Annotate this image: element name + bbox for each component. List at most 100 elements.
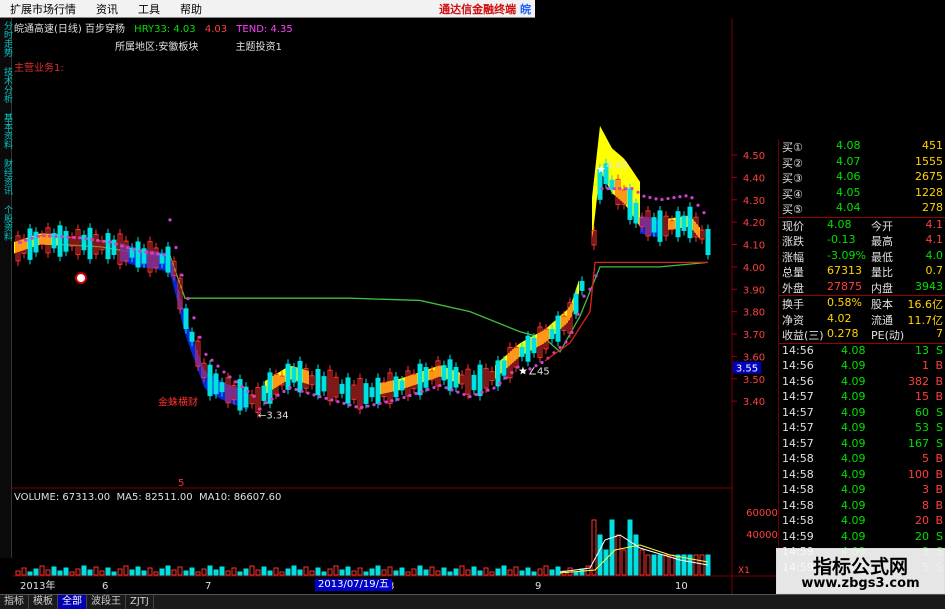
- ma-dot: [30, 236, 34, 240]
- volume-bar: [549, 569, 555, 576]
- volume-bar: [51, 566, 57, 576]
- ma-dot: [660, 197, 664, 202]
- tick-volume: 13: [915, 343, 929, 357]
- volume-bar: [177, 566, 183, 576]
- volume-bar: [699, 554, 705, 576]
- side-tab-profile[interactable]: 个股资料: [1, 205, 12, 241]
- candlestick: [555, 315, 561, 342]
- stat-label: 涨跌: [782, 235, 804, 248]
- chart-title-line: 皖通高速(日线) 百步穿杨 HRY33: 4.03 4.03 TEND: 4.3…: [14, 20, 299, 35]
- volume-bar: [645, 554, 651, 576]
- tick-price: 4.09: [841, 390, 866, 403]
- candlestick: [681, 215, 687, 231]
- ma-dot: [468, 395, 472, 399]
- tick-row: 14:57 4.09 60 S: [779, 406, 945, 422]
- site-watermark: 指标公式网 www.zbgs3.com: [776, 548, 945, 594]
- candlestick: [453, 366, 459, 388]
- watermark-url: www.zbgs3.com: [801, 576, 920, 591]
- app-banner: 通达信金融终端 皖: [439, 1, 531, 17]
- bottom-tab-bar: 指标 模板 全部 波段王 ZJTJ: [0, 594, 945, 609]
- stat-value: 67313: [827, 264, 862, 277]
- theme-label[interactable]: 主题投资1: [236, 42, 282, 53]
- side-tab-intraday[interactable]: 分时走势: [1, 21, 12, 57]
- quote-fundamentals: 换手 0.58% 股本 16.6亿 净资 4.02 流通 11.7亿 收益(三) 0.278 P…: [779, 295, 945, 343]
- side-tab-fundamentals[interactable]: 基本资料: [1, 113, 12, 149]
- volume-bar: [657, 554, 663, 576]
- volume-bar: [99, 570, 105, 576]
- bottom-tab-template[interactable]: 模板: [29, 594, 58, 609]
- region-label[interactable]: 所属地区:安徽板块: [115, 42, 198, 53]
- tick-row: 14:56 4.09 382 B: [779, 375, 945, 391]
- volume-bar: [57, 570, 63, 576]
- ma-dot: [18, 240, 22, 245]
- ma-dot: [684, 194, 688, 198]
- volume-bar: [207, 565, 213, 576]
- volume-bar: [429, 566, 435, 576]
- candlestick: [291, 367, 297, 383]
- stat-row: 现价 4.08 今开 4.1: [779, 218, 945, 234]
- volume-bar: [33, 568, 39, 576]
- ma-dot: [576, 312, 580, 316]
- bid-label: 买②: [782, 156, 803, 170]
- volume-bar: [141, 570, 147, 576]
- ma-dot: [102, 239, 106, 243]
- volume-bar: [357, 567, 363, 576]
- ma-dot: [66, 235, 70, 239]
- bottom-tab-bodingwang[interactable]: 波段王: [87, 594, 126, 609]
- tick-row: 14:58 4.09 20 B: [779, 514, 945, 530]
- time-axis-label: 10: [675, 581, 688, 592]
- ma-dot: [564, 340, 568, 344]
- tick-volume: 382: [908, 374, 929, 388]
- volume-bar: [363, 571, 369, 576]
- bottom-tab-all[interactable]: 全部: [58, 594, 87, 609]
- ma-dot: [630, 186, 634, 191]
- bid-row[interactable]: 买⑤ 4.04 278: [779, 201, 945, 217]
- stat-label: 总量: [782, 266, 804, 279]
- stat-row: 外盘 27875 内盘 3943: [779, 280, 945, 296]
- stat-label: 现价: [782, 219, 804, 233]
- volume-bar: [171, 569, 177, 576]
- menu-item-tools[interactable]: 工具: [128, 1, 170, 17]
- ma-dot: [84, 237, 88, 241]
- tick-list[interactable]: 14:56 4.08 13 S 14:56 4.09 1 B 14:56 4.09 382 B 14:5…: [779, 342, 945, 577]
- kline-chart[interactable]: 4.504.404.304.204.104.003.903.803.703.60…: [12, 18, 778, 594]
- ma-dot: [114, 242, 118, 246]
- ma-dot: [342, 401, 346, 405]
- volume-bar: [411, 568, 417, 576]
- side-tab-news[interactable]: 财经资讯: [1, 159, 12, 195]
- ma-dot: [672, 196, 676, 200]
- side-tab-technical[interactable]: 技术分析: [1, 67, 12, 103]
- volume-bar: [243, 568, 249, 576]
- menu-item-market[interactable]: 扩展市场行情: [0, 1, 86, 17]
- bottom-tab-zjtj[interactable]: ZJTJ: [126, 594, 154, 609]
- ma-dot: [48, 234, 52, 238]
- ma-dot: [228, 375, 232, 379]
- tick-volume: 20: [915, 514, 929, 527]
- bid-row[interactable]: 买① 4.08 451: [779, 139, 945, 155]
- candlestick: [501, 360, 507, 376]
- volume-bar: [441, 567, 447, 576]
- volume-bar: [321, 571, 327, 576]
- ma-dot: [384, 400, 388, 404]
- fund-value: 11.7亿: [907, 313, 944, 327]
- price-tick-label: 4.10: [743, 241, 765, 252]
- bid-price: 4.08: [836, 139, 861, 152]
- ma-dot: [306, 391, 310, 395]
- stat-value: 3943: [915, 279, 943, 293]
- ma-dot: [312, 393, 316, 397]
- bid-row[interactable]: 买③ 4.06 2675: [779, 170, 945, 186]
- ma-dot: [234, 380, 238, 384]
- tick-row: 14:58 4.09 5 B: [779, 452, 945, 468]
- bid-row[interactable]: 买② 4.07 1555: [779, 155, 945, 171]
- volume-bar: [351, 570, 357, 576]
- tick-price: 4.09: [841, 467, 866, 481]
- banner-text: 通达信金融终端: [439, 2, 517, 16]
- stat-row: 涨跌 -0.13 最高 4.1: [779, 233, 945, 249]
- bottom-tab-indicator[interactable]: 指标: [0, 594, 29, 609]
- bid-row[interactable]: 买④ 4.05 1228: [779, 186, 945, 202]
- volume-bar: [117, 568, 123, 576]
- menu-item-news[interactable]: 资讯: [86, 1, 128, 17]
- fund-value: 0.278: [827, 327, 859, 340]
- menu-item-help[interactable]: 帮助: [170, 1, 212, 17]
- ma-dot: [96, 238, 100, 243]
